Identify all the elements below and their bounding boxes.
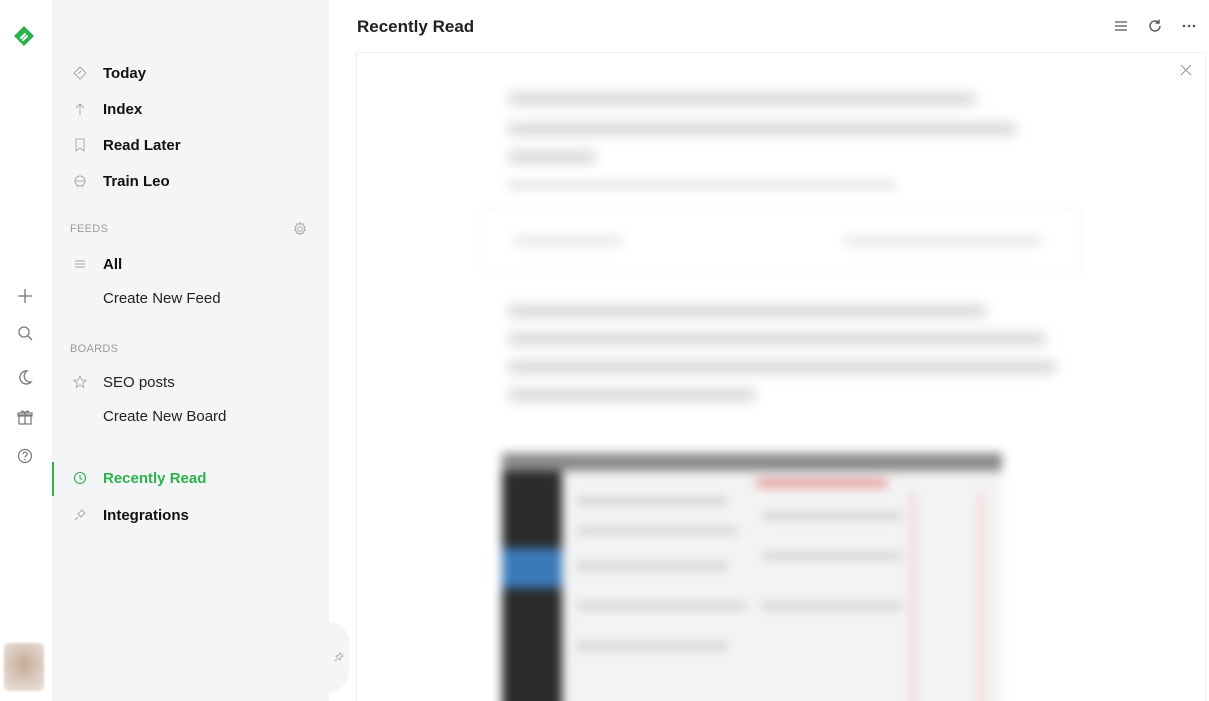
article-title-line [507,93,977,105]
moon-icon[interactable] [14,366,36,388]
refresh-icon[interactable] [1145,16,1165,36]
clock-icon [72,470,88,486]
create-new-feed-link[interactable]: Create New Feed [52,283,329,313]
feed-item-all[interactable]: All [52,249,329,279]
toolbar-blur [513,237,623,245]
article-meta-line [507,181,897,189]
app-rail [0,0,52,701]
feeds-section-label: FEEDS [70,223,109,235]
article-text-line [507,361,1057,373]
toolbar-blur [843,237,1043,245]
article-title-line [507,123,1017,135]
help-icon[interactable] [14,445,36,467]
nav-item-label: Integrations [103,506,189,524]
nav-item-index[interactable]: Index [52,94,329,124]
feedly-logo-icon[interactable] [12,24,36,48]
nav-item-label: Today [103,64,147,82]
nav-item-read-later[interactable]: Read Later [52,130,329,160]
page-title: Recently Read [357,17,475,36]
gear-icon[interactable] [292,221,308,237]
arrow-up-icon [72,101,88,117]
pin-sidebar-icon[interactable] [329,622,349,692]
leo-icon [72,173,88,189]
feed-item-label: All [103,255,123,273]
article-text-line [507,333,1047,345]
close-icon[interactable] [1179,63,1195,79]
search-icon[interactable] [14,322,36,344]
list-icon [72,256,88,272]
nav-item-train-leo[interactable]: Train Leo [52,166,329,196]
nav-item-label: Read Later [103,136,181,154]
article-screenshot-image [502,453,1002,701]
article-toolbar [482,208,1082,274]
nav-item-recently-read[interactable]: Recently Read [52,463,329,493]
article-text-line [507,389,757,401]
nav-item-label: Index [103,100,143,118]
create-new-feed-label: Create New Feed [103,289,221,307]
boards-section-label: BOARDS [70,343,119,355]
article-text-line [507,305,987,317]
star-icon [72,374,88,390]
nav-item-integrations[interactable]: Integrations [52,500,329,530]
nav-item-label: Recently Read [103,469,207,487]
avatar[interactable] [4,643,44,691]
today-icon [72,65,88,81]
main-header: Recently Read [329,0,1209,52]
list-view-icon[interactable] [1111,16,1131,36]
navigation-panel: Today Index Read Later Train Leo FEEDS A… [52,0,329,701]
nav-item-label: Train Leo [103,172,170,190]
board-item-seo-posts[interactable]: SEO posts [52,367,329,397]
create-new-board-label: Create New Board [103,407,227,425]
bookmark-icon [72,137,88,153]
more-icon[interactable] [1179,16,1199,36]
nav-item-today[interactable]: Today [52,58,329,88]
article-reader [356,52,1206,701]
plus-icon[interactable] [14,285,36,307]
article-title-line [507,151,597,163]
plug-icon [72,507,88,523]
board-item-label: SEO posts [103,373,175,391]
gift-icon[interactable] [14,406,36,428]
create-new-board-link[interactable]: Create New Board [52,401,329,431]
